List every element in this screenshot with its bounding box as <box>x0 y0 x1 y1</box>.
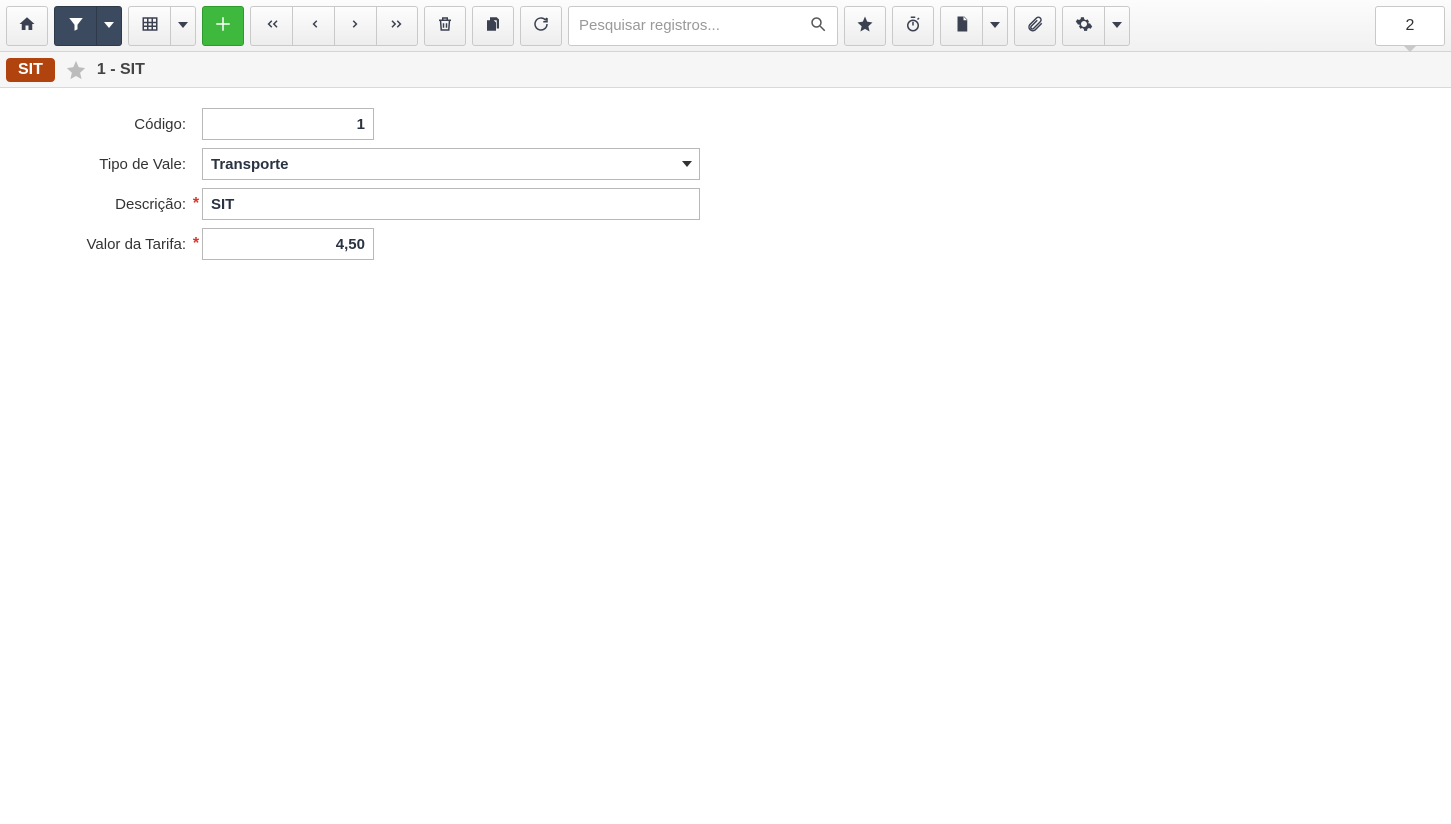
caret-down-icon <box>990 18 1000 33</box>
form-area: Código: Tipo de Vale: Descrição: * Valor… <box>0 88 1451 288</box>
valor-tarifa-input[interactable] <box>202 228 374 260</box>
file-export-icon <box>953 15 971 36</box>
form-row-codigo: Código: <box>10 108 1441 140</box>
favorite-button[interactable] <box>844 6 886 46</box>
required-indicator: * <box>190 195 202 213</box>
descricao-label: Descrição: <box>10 196 190 213</box>
caret-down-icon <box>1112 18 1122 33</box>
record-title: 1 - SIT <box>97 61 145 79</box>
chevron-left-icon <box>305 15 323 36</box>
paperclip-icon <box>1026 15 1044 36</box>
export-button[interactable] <box>940 6 982 46</box>
settings-dropdown-button[interactable] <box>1104 6 1130 46</box>
record-badge: SIT <box>6 58 55 82</box>
star-icon <box>856 15 874 36</box>
trash-icon <box>436 15 454 36</box>
filter-button[interactable] <box>54 6 96 46</box>
table-dropdown-button[interactable] <box>170 6 196 46</box>
descricao-input[interactable] <box>202 188 700 220</box>
copy-button[interactable] <box>472 6 514 46</box>
home-button[interactable] <box>6 6 48 46</box>
record-header: SIT 1 - SIT <box>0 52 1451 88</box>
toolbar: 2 <box>0 0 1451 52</box>
table-view-button[interactable] <box>128 6 170 46</box>
table-icon <box>141 15 159 36</box>
caret-down-icon <box>104 18 114 33</box>
delete-button[interactable] <box>424 6 466 46</box>
nav-button-group <box>250 6 418 46</box>
tipo-vale-select[interactable] <box>202 148 700 180</box>
attachment-button[interactable] <box>1014 6 1056 46</box>
search-icon <box>809 15 827 36</box>
filter-button-group <box>54 6 122 46</box>
settings-button-group <box>1062 6 1130 46</box>
valor-tarifa-label: Valor da Tarifa: <box>10 236 190 253</box>
search-box[interactable] <box>568 6 838 46</box>
next-button[interactable] <box>334 6 376 46</box>
search-input[interactable] <box>579 17 809 34</box>
favorite-toggle[interactable] <box>65 59 87 81</box>
export-dropdown-button[interactable] <box>982 6 1008 46</box>
export-button-group <box>940 6 1008 46</box>
chevron-double-left-icon <box>263 15 281 36</box>
chevron-double-right-icon <box>388 15 406 36</box>
first-button[interactable] <box>250 6 292 46</box>
caret-down-icon <box>178 18 188 33</box>
gear-icon <box>1075 15 1093 36</box>
refresh-button[interactable] <box>520 6 562 46</box>
filter-dropdown-button[interactable] <box>96 6 122 46</box>
tipo-vale-value[interactable] <box>202 148 700 180</box>
copy-icon <box>484 15 502 36</box>
plus-icon <box>214 15 232 36</box>
tipo-vale-label: Tipo de Vale: <box>10 156 190 173</box>
record-count[interactable]: 2 <box>1375 6 1445 46</box>
codigo-label: Código: <box>10 116 190 133</box>
stopwatch-icon <box>904 15 922 36</box>
refresh-icon <box>532 15 550 36</box>
form-row-tipo-vale: Tipo de Vale: <box>10 148 1441 180</box>
timer-button[interactable] <box>892 6 934 46</box>
settings-button[interactable] <box>1062 6 1104 46</box>
chevron-right-icon <box>347 15 365 36</box>
codigo-input[interactable] <box>202 108 374 140</box>
form-row-descricao: Descrição: * <box>10 188 1441 220</box>
prev-button[interactable] <box>292 6 334 46</box>
home-icon <box>18 15 36 36</box>
last-button[interactable] <box>376 6 418 46</box>
table-button-group <box>128 6 196 46</box>
form-row-valor-tarifa: Valor da Tarifa: * <box>10 228 1441 260</box>
filter-icon <box>67 15 85 36</box>
required-indicator: * <box>190 235 202 253</box>
add-button[interactable] <box>202 6 244 46</box>
